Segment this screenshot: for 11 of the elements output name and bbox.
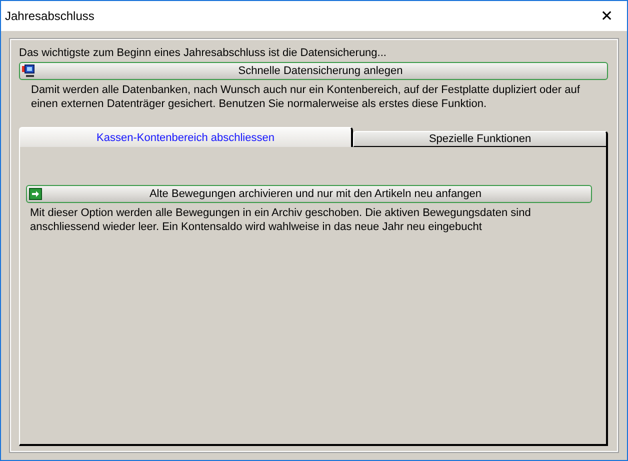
backup-button[interactable]: Schnelle Datensicherung anlegen [19,62,608,80]
close-button[interactable]: ✕ [593,3,621,29]
archive-description: Mit dieser Option werden alle Bewegungen in ein Archiv geschoben. Die aktiven Bewegungsdaten sind anschliessend wieder leer. Ein Kontensaldo wird wahlweise in das neue Jahr neu eingebucht [29,206,532,234]
archive-button[interactable]: Alte Bewegungen archivieren und nur mit den Artikeln neu anfangen [26,185,592,203]
window-title: Jahresabschluss [5,9,94,23]
tab[interactable]: Spezielle Funktionen [353,131,608,147]
intro-text: Das wichtigste zum Beginn eines Jahresabschluss ist die Datensicherung... [19,46,388,60]
computer-icon [22,64,36,78]
tab[interactable]: Kassen-Kontenbereich abschliessen [19,127,353,147]
backup-description: Damit werden alle Datenbanken, nach Wunsch auch nur ein Kontenbereich, auf der Festplatte dupliziert oder auf einen externen Datenträger gesichert. Benutzen Sie normalerweise als erstes diese Funktion. [30,83,581,111]
arrow-icon [29,188,42,200]
